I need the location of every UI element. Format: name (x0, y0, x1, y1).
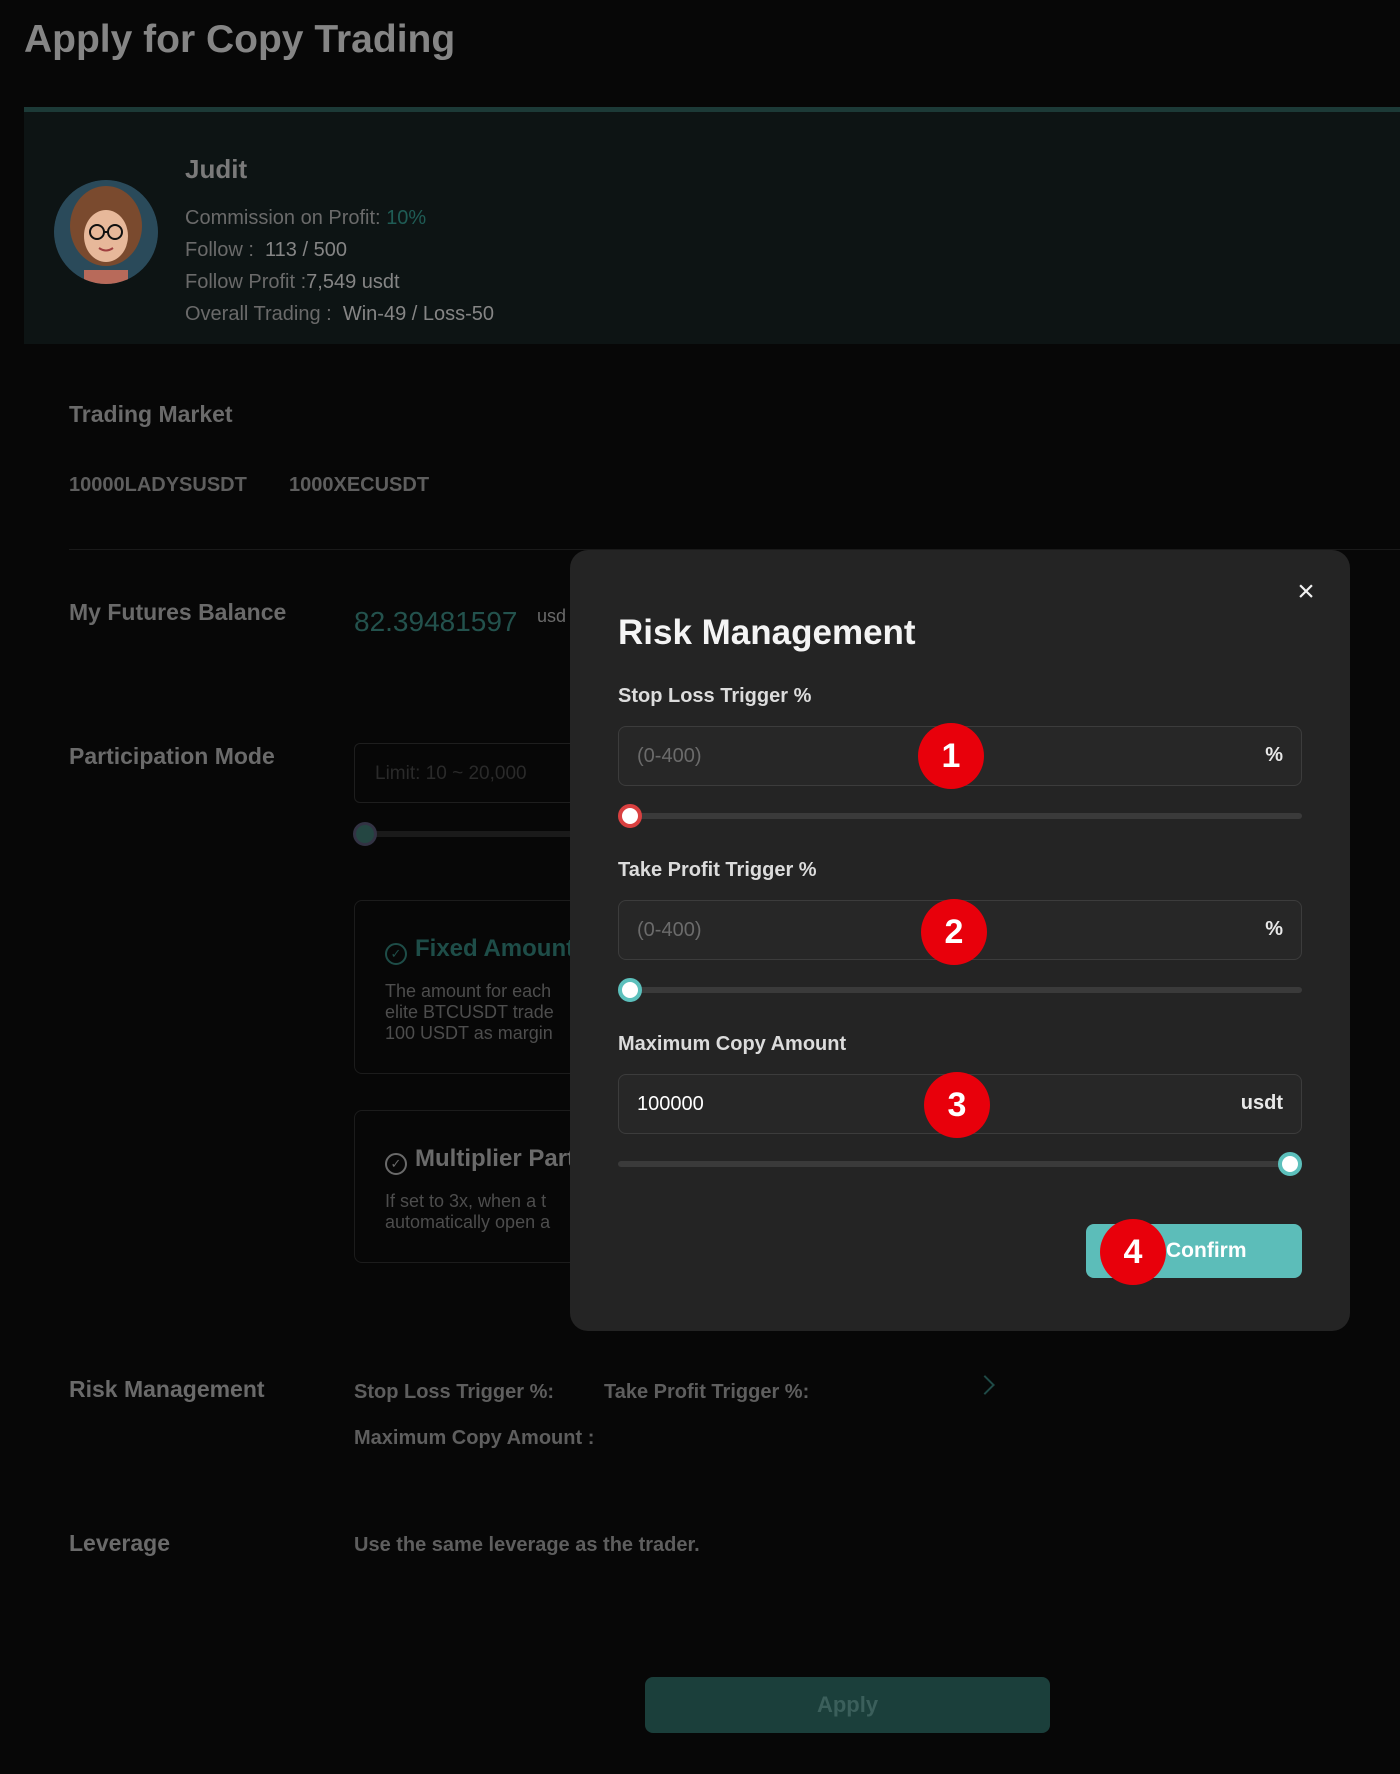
market-symbol: 10000LADYSUSDT (69, 474, 247, 496)
trader-avatar (54, 180, 158, 284)
chevron-right-icon[interactable] (975, 1375, 995, 1395)
max-copy-input[interactable] (637, 1075, 1197, 1133)
fixed-amount-description: The amount for each elite BTCUSDT trade … (385, 981, 554, 1043)
multiplier-description: If set to 3x, when a t automatically ope… (385, 1191, 551, 1232)
participation-slider-track[interactable] (365, 831, 585, 837)
apply-button[interactable]: Apply (645, 1677, 1050, 1733)
limit-placeholder: Limit: 10 ~ 20,000 (375, 763, 527, 784)
futures-balance-label: My Futures Balance (69, 599, 287, 625)
take-profit-summary: Take Profit Trigger %: (604, 1381, 810, 1403)
commission-line: Commission on Profit: 10% (185, 207, 427, 229)
leverage-label: Leverage (69, 1530, 171, 1556)
follow-profit-line: Follow Profit :7,549 usdt (185, 271, 400, 293)
participation-limit-input[interactable]: Limit: 10 ~ 20,000 (354, 743, 584, 803)
leverage-value: Use the same leverage as the trader. (354, 1534, 700, 1556)
trading-market-label: Trading Market (69, 401, 233, 427)
max-copy-slider-track[interactable] (618, 1161, 1302, 1167)
max-copy-label: Maximum Copy Amount (618, 1033, 847, 1055)
multiplier-option[interactable]: ✓ Multiplier Part If set to 3x, when a t … (354, 1110, 594, 1263)
trader-card: Judit Commission on Profit: 10% Follow :… (24, 107, 1400, 344)
max-copy-slider-handle[interactable] (1278, 1152, 1302, 1176)
futures-balance-value: 82.39481597 (354, 606, 518, 637)
fixed-amount-option[interactable]: ✓ Fixed Amount The amount for each elite … (354, 900, 594, 1074)
take-profit-label: Take Profit Trigger % (618, 859, 817, 881)
percent-unit: % (1265, 918, 1283, 940)
market-symbol: 1000XECUSDT (289, 474, 430, 496)
participation-mode-label: Participation Mode (69, 743, 275, 769)
overall-trading-line: Overall Trading : Win-49 / Loss-50 (185, 303, 495, 325)
annotation-badge-4: 4 (1100, 1219, 1166, 1285)
max-copy-summary: Maximum Copy Amount : (354, 1427, 595, 1449)
annotation-badge-2: 2 (921, 899, 987, 965)
close-icon[interactable]: × (1292, 577, 1320, 607)
stop-loss-summary: Stop Loss Trigger %: (354, 1381, 555, 1403)
stop-loss-input[interactable] (637, 727, 1197, 785)
stop-loss-slider-track[interactable] (618, 813, 1302, 819)
participation-slider-handle[interactable] (353, 822, 377, 846)
annotation-badge-3: 3 (924, 1072, 990, 1138)
check-circle-icon: ✓ (385, 1153, 407, 1175)
futures-balance-unit: usd (537, 606, 567, 626)
follow-line: Follow : 113 / 500 (185, 239, 347, 261)
multiplier-title: ✓ Multiplier Part (385, 1145, 575, 1175)
stop-loss-label: Stop Loss Trigger % (618, 685, 812, 707)
page-title: Apply for Copy Trading (24, 18, 456, 61)
fixed-amount-title: ✓ Fixed Amount (385, 935, 574, 965)
stop-loss-slider-handle[interactable] (618, 804, 642, 828)
annotation-badge-1: 1 (918, 723, 984, 789)
risk-management-label: Risk Management (69, 1376, 265, 1402)
usdt-unit: usdt (1240, 1092, 1283, 1114)
take-profit-slider-handle[interactable] (618, 978, 642, 1002)
check-circle-icon: ✓ (385, 943, 407, 965)
take-profit-input[interactable] (637, 901, 1197, 959)
modal-title: Risk Management (618, 613, 916, 652)
trader-name: Judit (185, 154, 248, 184)
percent-unit: % (1265, 744, 1283, 766)
take-profit-slider-track[interactable] (618, 987, 1302, 993)
